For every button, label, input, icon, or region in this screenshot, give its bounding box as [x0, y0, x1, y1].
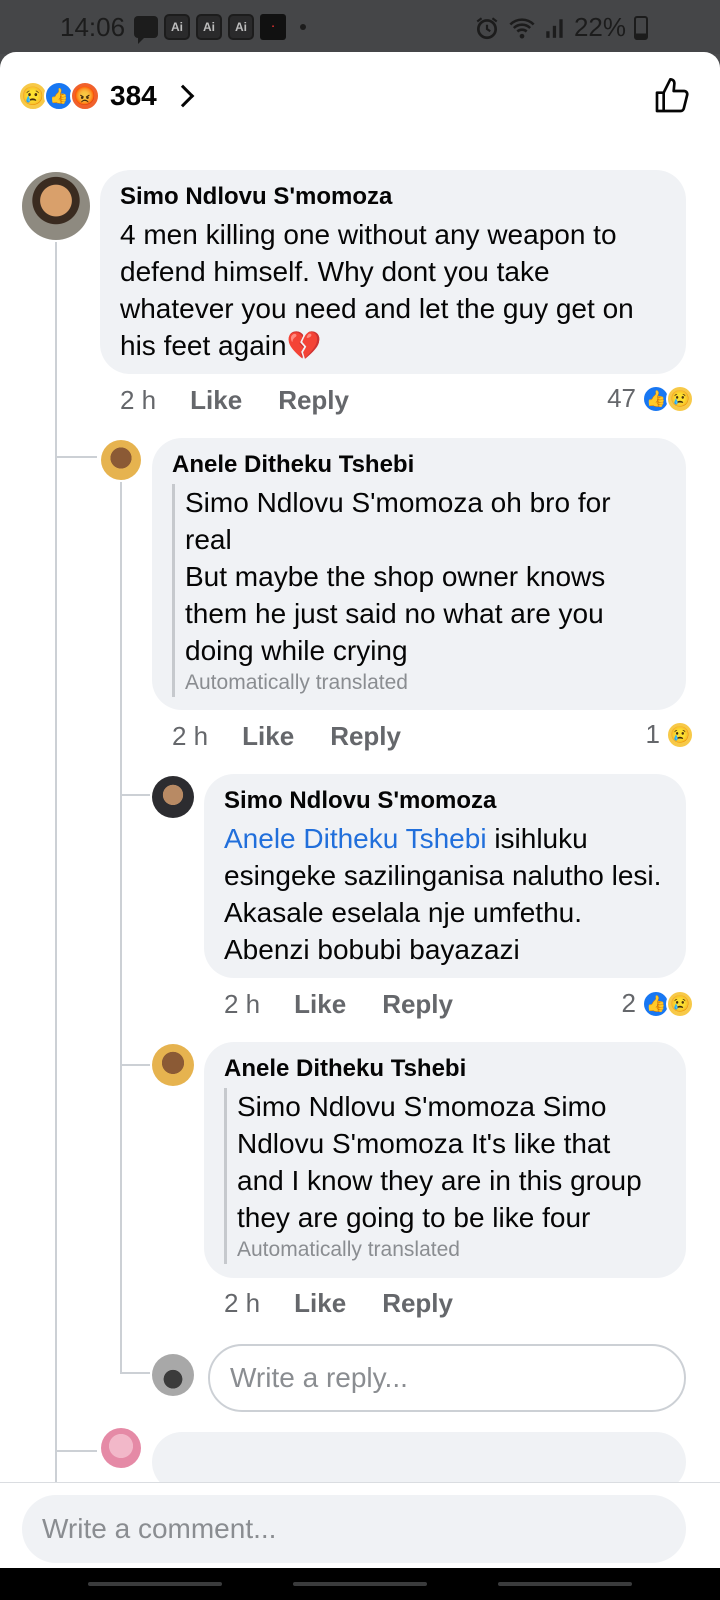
status-time: 14:06: [60, 12, 126, 42]
comment-reactions[interactable]: 2 👍 😢: [621, 988, 694, 1019]
reaction-count: 47: [607, 383, 636, 413]
like-link[interactable]: Like: [242, 721, 294, 752]
mention-link[interactable]: Anele Ditheku Tshebi: [224, 823, 487, 854]
home-button[interactable]: [293, 1582, 427, 1586]
message-icon: [134, 16, 158, 44]
comment-actions: 2 h Like Reply: [224, 1288, 489, 1319]
comment-author[interactable]: Simo Ndlovu S'momoza: [224, 786, 664, 816]
thread-line: [55, 456, 97, 458]
avatar[interactable]: [101, 440, 141, 480]
reaction-count: 2: [621, 988, 636, 1018]
avatar[interactable]: [152, 1044, 194, 1086]
wifi-icon: [509, 17, 535, 38]
comment-author[interactable]: Simo Ndlovu S'momoza: [120, 182, 664, 212]
current-user-avatar: [152, 1354, 194, 1396]
thread-line: [55, 242, 57, 1482]
comment-text: But maybe the shop owner knows them he j…: [185, 561, 606, 666]
sad-reaction-icon: 😢: [666, 384, 694, 413]
battery-percent: 22%: [573, 12, 626, 42]
notification-icons: Ai Ai Ai ▪: [134, 14, 306, 44]
reply-link[interactable]: Reply: [382, 1288, 453, 1319]
comment-bubble: Anele Ditheku Tshebi Simo Ndlovu S'momoz…: [204, 1042, 686, 1278]
comment-bubble: Anele Ditheku Tshebi Simo Ndlovu S'momoz…: [152, 438, 686, 710]
thread-line: [120, 794, 150, 796]
comment-reactions[interactable]: 1 😢: [645, 719, 694, 750]
comment-time: 2 h: [120, 385, 157, 415]
comment-actions: 2 h Like Reply: [172, 721, 437, 752]
comment-text-block: Anele Ditheku Tshebi isihluku esingeke s…: [224, 820, 664, 968]
recent-apps-button[interactable]: [88, 1582, 222, 1586]
thread-line: [120, 1064, 150, 1066]
signal-icon: [546, 18, 563, 38]
comment-quoted-text: Simo Ndlovu S'momoza oh bro for real: [185, 487, 611, 555]
app-notification-icon: ▪: [260, 14, 286, 40]
reply-link[interactable]: Reply: [382, 989, 453, 1020]
comment-time: 2 h: [172, 721, 209, 751]
alarm-icon: [476, 16, 498, 39]
comment-input[interactable]: Write a comment...: [22, 1495, 686, 1563]
like-link[interactable]: Like: [294, 989, 346, 1020]
like-button-icon[interactable]: [652, 76, 692, 116]
avatar[interactable]: [22, 172, 90, 240]
more-notifications-dot: [300, 24, 306, 30]
translated-block: Simo Ndlovu S'momoza Simo Ndlovu S'momoz…: [224, 1088, 664, 1264]
comment-time: 2 h: [224, 989, 261, 1019]
reply-link[interactable]: Reply: [330, 721, 401, 752]
translated-block: Simo Ndlovu S'momoza oh bro for real But…: [172, 484, 664, 697]
comment-bubble: [152, 1432, 686, 1482]
ai-icon: Ai: [228, 14, 254, 40]
comment-text: Simo Ndlovu S'momoza Simo Ndlovu S'momoz…: [237, 1091, 642, 1233]
reply-link[interactable]: Reply: [278, 385, 349, 416]
comment-actions: 2 h Like Reply: [224, 989, 489, 1020]
avatar[interactable]: [152, 776, 194, 818]
comment-actions: 2 h Like Reply: [120, 385, 385, 416]
comment-author[interactable]: Anele Ditheku Tshebi: [224, 1054, 664, 1084]
thread-line: [120, 482, 122, 1372]
reactions-summary[interactable]: 😢 👍 😡 384: [18, 76, 195, 116]
chevron-right-icon: [171, 84, 195, 108]
reply-input[interactable]: Write a reply...: [208, 1344, 686, 1412]
comment-bubble: Simo Ndlovu S'momoza 4 men killing one w…: [100, 170, 686, 374]
comment-composer: Write a comment...: [0, 1482, 720, 1568]
comment-reactions[interactable]: 47 👍 😢: [607, 383, 694, 414]
back-button[interactable]: [498, 1582, 632, 1586]
ai-icon: Ai: [164, 14, 190, 40]
translated-label[interactable]: Automatically translated: [185, 669, 664, 697]
reaction-count: 384: [110, 80, 157, 111]
thread-line: [120, 1372, 150, 1374]
sad-reaction-icon: 😢: [666, 720, 694, 749]
system-icons: 22%: [474, 12, 648, 43]
comment-bubble: Simo Ndlovu S'momoza Anele Ditheku Tsheb…: [204, 774, 686, 978]
sad-reaction-icon: 😢: [666, 989, 694, 1018]
translated-label[interactable]: Automatically translated: [237, 1236, 664, 1264]
comment-text: 4 men killing one without any weapon to …: [120, 219, 634, 361]
angry-reaction-icon: 😡: [70, 81, 100, 111]
system-nav-bar: [0, 1568, 720, 1600]
like-link[interactable]: Like: [294, 1288, 346, 1319]
status-bar: 14:06 Ai Ai Ai ▪ 22%: [0, 0, 720, 54]
comment-time: 2 h: [224, 1288, 261, 1318]
reaction-count: 1: [645, 719, 660, 749]
avatar[interactable]: [101, 1428, 141, 1468]
like-link[interactable]: Like: [190, 385, 242, 416]
comments-sheet: 😢 👍 😡 384 Simo Ndlovu S'momoza 4 men kil…: [0, 52, 720, 1482]
comment-author[interactable]: Anele Ditheku Tshebi: [172, 450, 664, 480]
battery-icon: [634, 15, 648, 40]
thread-line: [55, 1450, 97, 1452]
ai-icon: Ai: [196, 14, 222, 40]
